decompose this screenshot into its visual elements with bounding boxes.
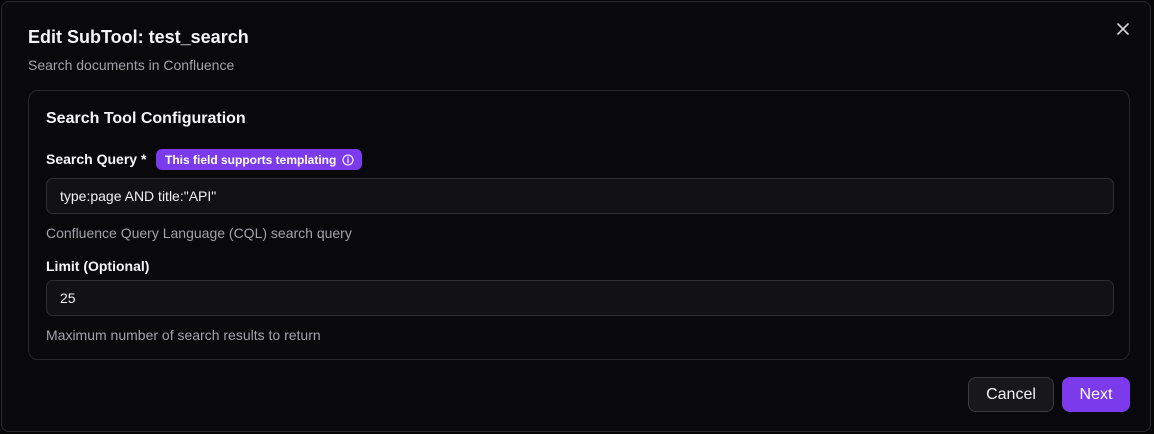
limit-input[interactable] [46, 280, 1114, 316]
search-query-label: Search Query * [46, 151, 147, 167]
limit-help: Maximum number of search results to retu… [46, 327, 321, 343]
card-title: Search Tool Configuration [46, 110, 246, 127]
dialog-title: Edit SubTool: test_search [28, 27, 249, 47]
cancel-button[interactable]: Cancel [968, 377, 1054, 412]
limit-label: Limit (Optional) [46, 258, 150, 274]
search-tool-config-card: Search Tool Configuration Search Query *… [28, 90, 1130, 360]
info-icon [342, 153, 354, 166]
templating-badge-label: This field supports templating [165, 152, 337, 167]
search-query-help: Confluence Query Language (CQL) search q… [46, 225, 352, 241]
next-button[interactable]: Next [1062, 377, 1130, 412]
templating-badge[interactable]: This field supports templating [156, 149, 363, 170]
dialog-subtitle: Search documents in Confluence [28, 57, 235, 73]
edit-subtool-dialog: Edit SubTool: test_search Search documen… [1, 1, 1151, 432]
search-query-input[interactable] [46, 178, 1114, 214]
close-button[interactable] [1112, 18, 1134, 40]
close-icon [1117, 23, 1129, 35]
